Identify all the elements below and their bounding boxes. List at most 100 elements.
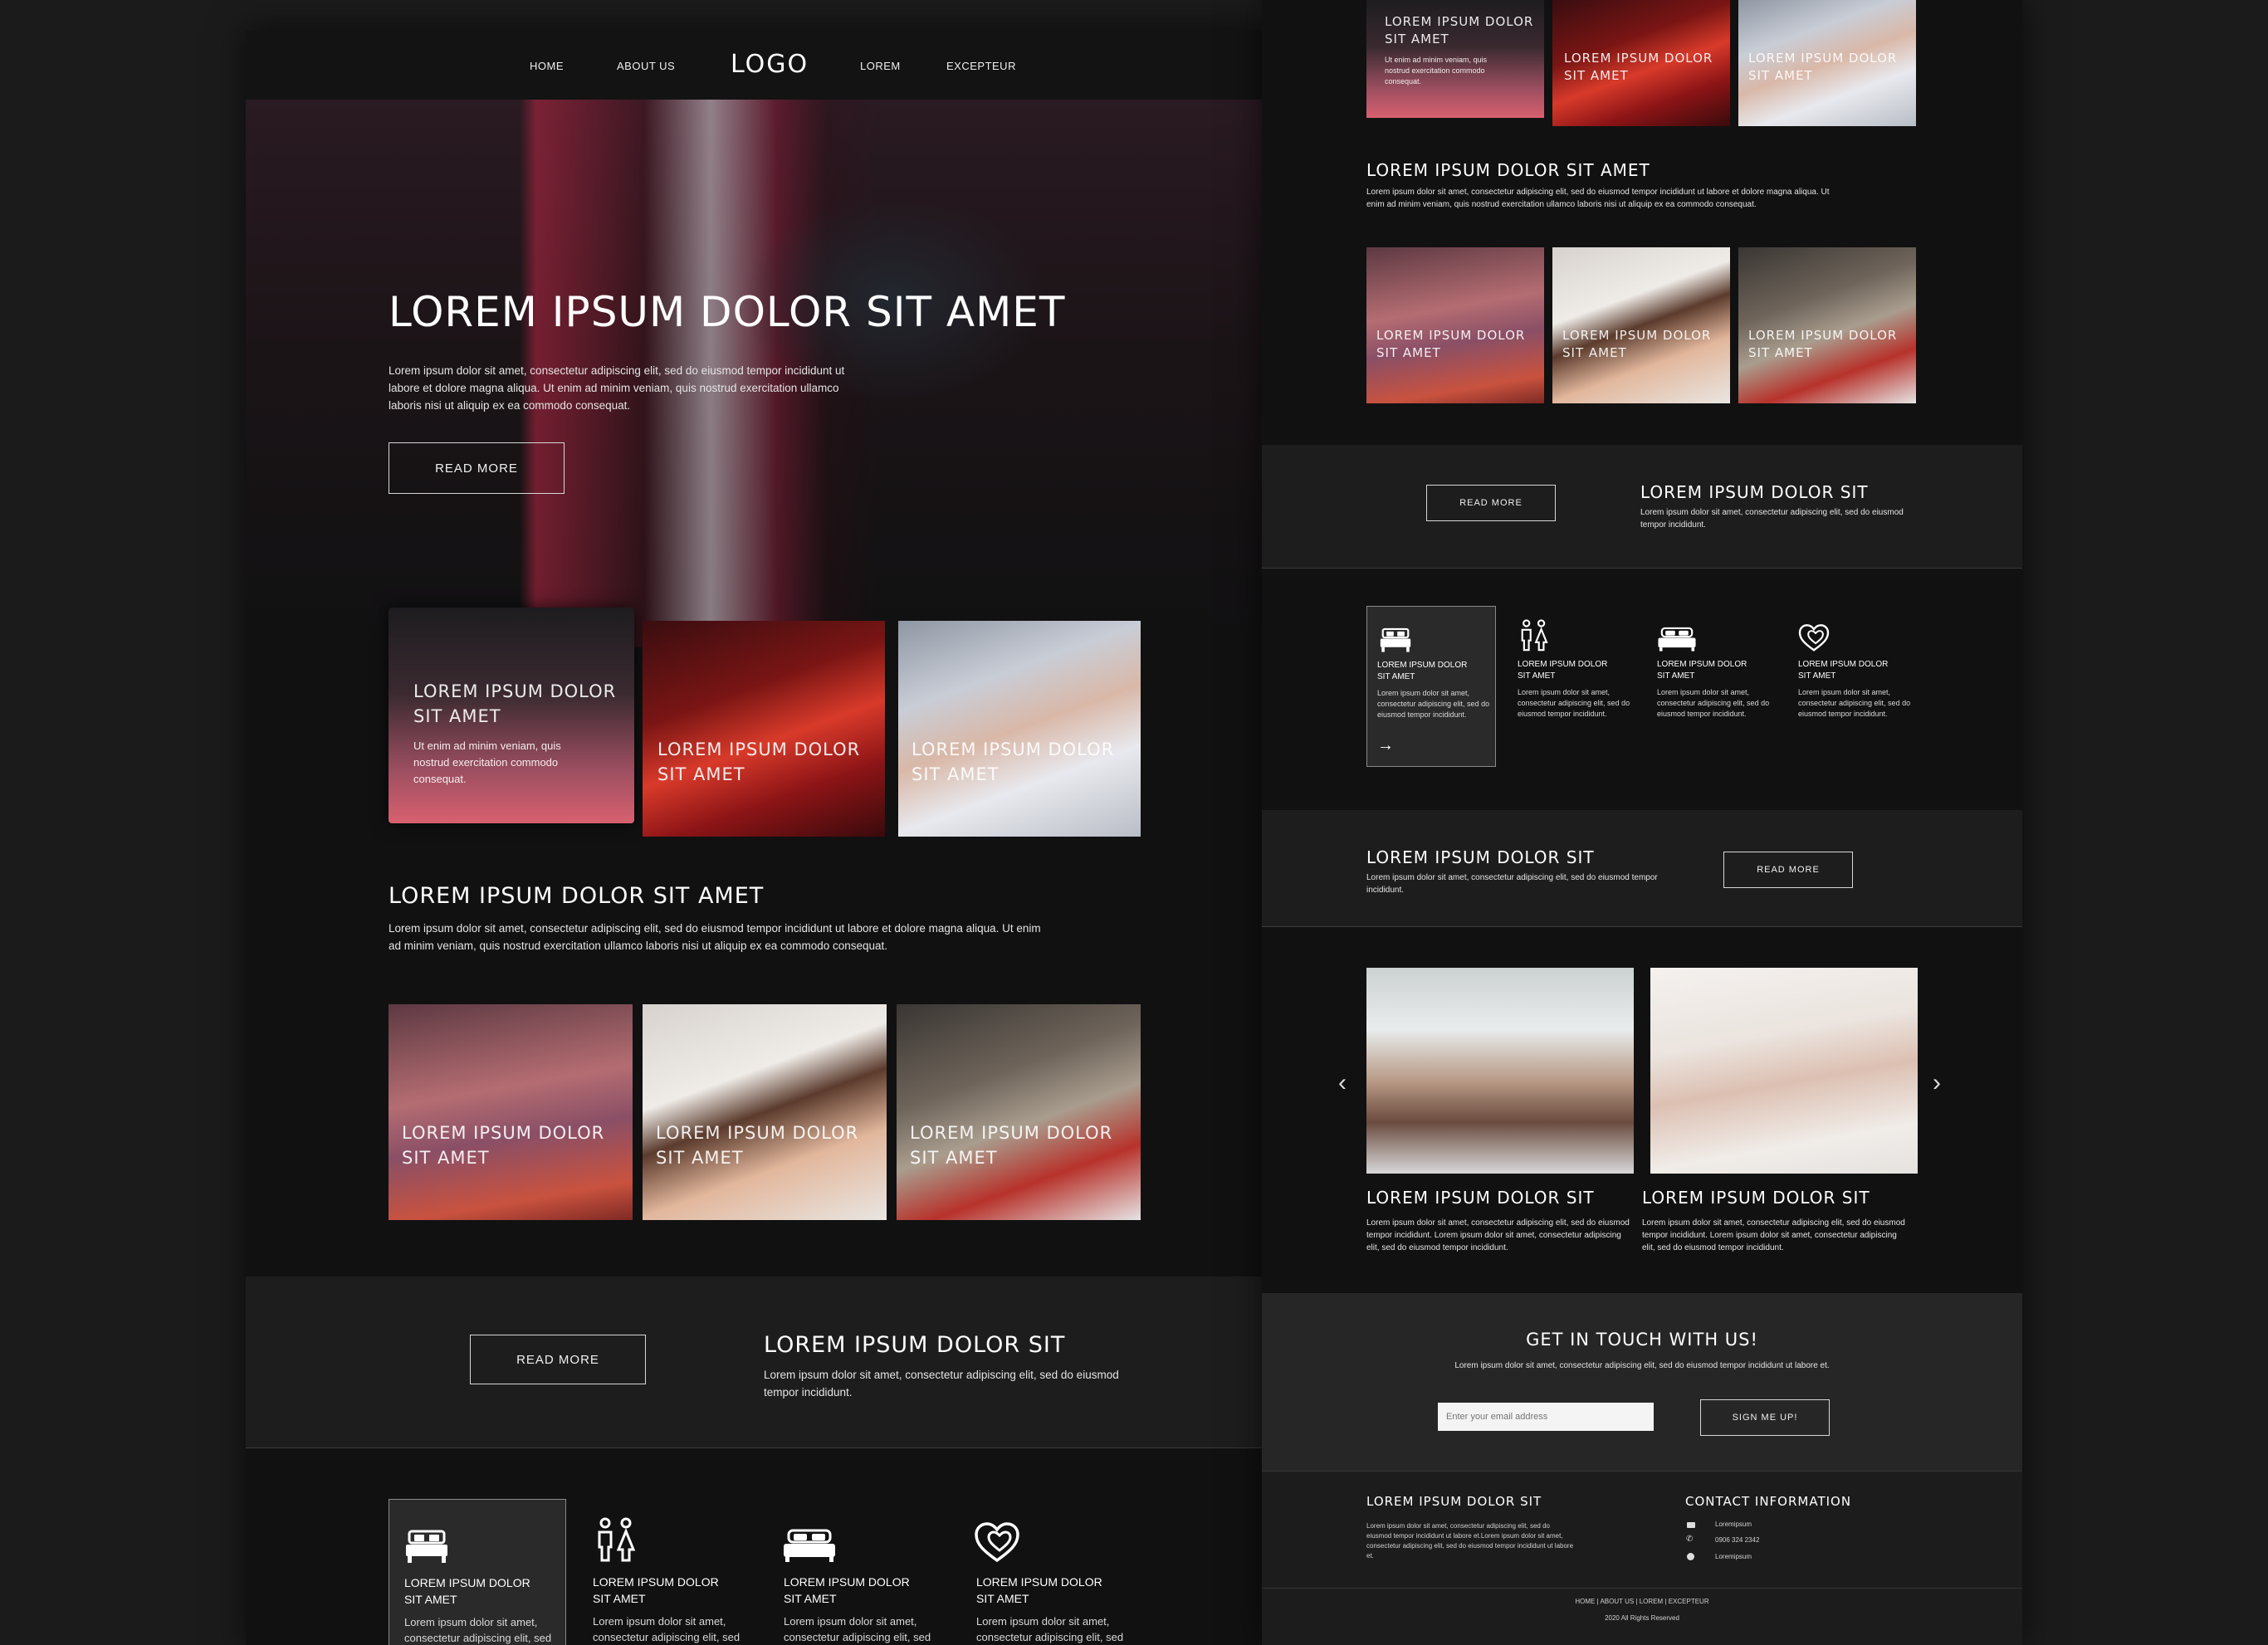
footer-about-title: LOREM IPSUM DOLOR SIT bbox=[1366, 1494, 1542, 1509]
email-input[interactable] bbox=[1438, 1403, 1654, 1431]
gallery-tile-white-bed[interactable]: LOREM IPSUM DOLOR SIT AMET bbox=[898, 621, 1141, 837]
gallery-tile-red-bed[interactable]: LOREM IPSUM DOLOR SIT AMET bbox=[1552, 0, 1730, 126]
cta-band-secondary: LOREM IPSUM DOLOR SIT Lorem ipsum dolor … bbox=[1262, 810, 2022, 926]
section-divider bbox=[246, 1447, 1262, 1448]
contact-section: GET IN TOUCH WITH US! Lorem ipsum dolor … bbox=[1262, 1293, 2022, 1471]
footer-copyright: 2020 All Rights Reserved bbox=[1605, 1614, 1679, 1622]
feature-text: Lorem ipsum dolor sit amet, consectetur … bbox=[1377, 689, 1490, 719]
hero-text: Lorem ipsum dolor sit amet, consectetur … bbox=[389, 364, 845, 412]
gallery-tile-hair[interactable]: LOREM IPSUM DOLOR SIT AMET bbox=[1552, 247, 1730, 403]
feature-card-double-bed[interactable]: LOREM IPSUM DOLOR SIT AMET Lorem ipsum d… bbox=[774, 1499, 951, 1645]
gallery-tile-lamp[interactable]: LOREM IPSUM DOLOR SIT AMET bbox=[1738, 247, 1916, 403]
feature-text: Lorem ipsum dolor sit amet, consectetur … bbox=[1798, 688, 1911, 718]
feature-text: Lorem ipsum dolor sit amet, consectetur … bbox=[593, 1615, 741, 1643]
logo[interactable]: LOGO bbox=[731, 50, 809, 79]
cta-title: LOREM IPSUM DOLOR SIT bbox=[1366, 847, 1595, 867]
double-bed-icon bbox=[1658, 627, 1696, 652]
feature-title: LOREM IPSUM DOLOR SIT AMET bbox=[784, 1575, 910, 1605]
arrow-right-icon[interactable]: → bbox=[1377, 736, 1394, 755]
feature-card-couple[interactable]: LOREM IPSUM DOLOR SIT AMET Lorem ipsum d… bbox=[1509, 606, 1639, 767]
feature-card-bed[interactable]: LOREM IPSUM DOLOR SIT AMET Lorem ipsum d… bbox=[1366, 606, 1496, 767]
hearts-icon bbox=[1798, 624, 1830, 652]
gallery-tile-label: LOREM IPSUM DOLOR SIT AMET bbox=[1748, 51, 1898, 83]
footer-links[interactable]: HOME | ABOUT US | LOREM | EXCEPTEUR bbox=[1262, 1598, 2022, 1605]
carousel-item-title: LOREM IPSUM DOLOR SIT bbox=[1366, 1188, 1595, 1208]
gallery-tile-label: LOREM IPSUM DOLOR SIT AMET bbox=[910, 1123, 1113, 1168]
featured-card-title: LOREM IPSUM DOLOR SIT AMET bbox=[413, 681, 617, 726]
feature-text: Lorem ipsum dolor sit amet, consectetur … bbox=[1518, 688, 1630, 718]
sign-up-button[interactable]: SIGN ME UP! bbox=[1700, 1399, 1830, 1436]
hearts-icon bbox=[975, 1522, 1019, 1563]
gallery-tile-label: LOREM IPSUM DOLOR SIT AMET bbox=[1564, 51, 1713, 83]
featured-card-text: Ut enim ad minim veniam, quis nostrud ex… bbox=[1385, 56, 1488, 85]
gallery-tile-white-bed[interactable]: LOREM IPSUM DOLOR SIT AMET bbox=[1738, 0, 1916, 126]
feature-title: LOREM IPSUM DOLOR SIT AMET bbox=[1377, 661, 1468, 681]
feature-card-hearts[interactable]: LOREM IPSUM DOLOR SIT AMET Lorem ipsum d… bbox=[1790, 606, 1919, 767]
bed-icon bbox=[406, 1530, 447, 1563]
nav-home[interactable]: HOME bbox=[530, 60, 564, 72]
footer-contact-title: CONTACT INFORMATION bbox=[1685, 1494, 1852, 1509]
cta-read-more-button[interactable]: READ MORE bbox=[1426, 485, 1556, 521]
couple-icon bbox=[598, 1517, 636, 1562]
footer-website[interactable]: Loremipsum bbox=[1715, 1553, 1752, 1560]
feature-title: LOREM IPSUM DOLOR SIT AMET bbox=[1798, 660, 1889, 681]
couple-icon bbox=[1521, 619, 1548, 652]
hero-read-more-button[interactable]: READ MORE bbox=[389, 442, 565, 494]
feature-text: Lorem ipsum dolor sit amet, consectetur … bbox=[1657, 688, 1770, 718]
carousel-next-button[interactable]: › bbox=[1933, 1071, 1941, 1096]
nav-about-us[interactable]: ABOUT US bbox=[617, 60, 675, 72]
feature-card-couple[interactable]: LOREM IPSUM DOLOR SIT AMET Lorem ipsum d… bbox=[581, 1499, 759, 1645]
footer-phone[interactable]: 0906 324 2342 bbox=[1715, 1536, 1759, 1544]
cta-title: LOREM IPSUM DOLOR SIT bbox=[764, 1332, 1066, 1358]
gallery-tile-pink-bed[interactable]: LOREM IPSUM DOLOR SIT AMET bbox=[389, 1004, 633, 1220]
feature-card-bed[interactable]: LOREM IPSUM DOLOR SIT AMET Lorem ipsum d… bbox=[389, 1499, 566, 1645]
gallery-tile-label: LOREM IPSUM DOLOR SIT AMET bbox=[1562, 328, 1712, 360]
feature-title: LOREM IPSUM DOLOR SIT AMET bbox=[1518, 660, 1608, 681]
gallery-tile-label: LOREM IPSUM DOLOR SIT AMET bbox=[656, 1123, 859, 1168]
featured-card[interactable]: LOREM IPSUM DOLOR SIT AMET Ut enim ad mi… bbox=[1366, 0, 1544, 118]
double-bed-icon bbox=[784, 1529, 835, 1562]
landing-page-right-column: LOREM IPSUM DOLOR SIT AMET Ut enim ad mi… bbox=[1262, 0, 2022, 1645]
footer-email[interactable]: Loremipsum bbox=[1715, 1521, 1752, 1528]
carousel-item-text: Lorem ipsum dolor sit amet, consectetur … bbox=[1366, 1218, 1630, 1252]
footer: LOREM IPSUM DOLOR SIT Lorem ipsum dolor … bbox=[1262, 1472, 2022, 1645]
gallery-tile-pink-bed[interactable]: LOREM IPSUM DOLOR SIT AMET bbox=[1366, 247, 1544, 403]
carousel-prev-button[interactable]: ‹ bbox=[1338, 1071, 1347, 1096]
cta-read-more-button[interactable]: READ MORE bbox=[1723, 852, 1853, 888]
gallery-tile-lamp[interactable]: LOREM IPSUM DOLOR SIT AMET bbox=[897, 1004, 1141, 1220]
footer-about-text: Lorem ipsum dolor sit amet, consectetur … bbox=[1366, 1522, 1574, 1560]
feature-card-double-bed[interactable]: LOREM IPSUM DOLOR SIT AMET Lorem ipsum d… bbox=[1649, 606, 1778, 767]
featured-card-text: Ut enim ad minim veniam, quis nostrud ex… bbox=[413, 740, 561, 785]
section-divider bbox=[1262, 568, 2022, 569]
feature-card-hearts[interactable]: LOREM IPSUM DOLOR SIT AMET Lorem ipsum d… bbox=[966, 1499, 1144, 1645]
feature-title: LOREM IPSUM DOLOR SIT AMET bbox=[1657, 660, 1747, 681]
hero-title: LOREM IPSUM DOLOR SIT AMET bbox=[389, 288, 1066, 336]
section-text: Lorem ipsum dolor sit amet, consectetur … bbox=[1366, 188, 1830, 209]
featured-card[interactable]: LOREM IPSUM DOLOR SIT AMET Ut enim ad mi… bbox=[389, 608, 634, 823]
nav-lorem[interactable]: LOREM bbox=[860, 60, 901, 72]
featured-card-title: LOREM IPSUM DOLOR SIT AMET bbox=[1385, 14, 1534, 46]
section-title: LOREM IPSUM DOLOR SIT AMET bbox=[389, 883, 765, 909]
contact-text: Lorem ipsum dolor sit amet, consectetur … bbox=[1454, 1361, 1830, 1370]
feature-title: LOREM IPSUM DOLOR SIT AMET bbox=[976, 1575, 1102, 1605]
feature-title: LOREM IPSUM DOLOR SIT AMET bbox=[593, 1575, 719, 1605]
section-title: LOREM IPSUM DOLOR SIT AMET bbox=[1366, 160, 1650, 180]
globe-icon bbox=[1687, 1553, 1694, 1560]
nav-excepteur[interactable]: EXCEPTEUR bbox=[946, 60, 1016, 72]
feature-text: Lorem ipsum dolor sit amet, consectetur … bbox=[784, 1615, 931, 1643]
cta-text: Lorem ipsum dolor sit amet, consectetur … bbox=[1640, 508, 1904, 530]
cta-text: Lorem ipsum dolor sit amet, consectetur … bbox=[764, 1369, 1119, 1398]
gallery-tile-red-bed[interactable]: LOREM IPSUM DOLOR SIT AMET bbox=[643, 621, 885, 837]
top-nav: HOME ABOUT US LOGO LOREM EXCEPTEUR bbox=[246, 30, 1262, 100]
carousel-image-feet[interactable] bbox=[1650, 968, 1918, 1174]
cta-title: LOREM IPSUM DOLOR SIT bbox=[1640, 482, 1869, 502]
mail-icon bbox=[1687, 1522, 1695, 1528]
gallery-tile-hair[interactable]: LOREM IPSUM DOLOR SIT AMET bbox=[643, 1004, 887, 1220]
section-divider bbox=[1262, 926, 2022, 927]
bed-icon bbox=[1380, 627, 1411, 652]
landing-page-left-column: HOME ABOUT US LOGO LOREM EXCEPTEUR LOREM… bbox=[246, 30, 1262, 1645]
section-text: Lorem ipsum dolor sit amet, consectetur … bbox=[389, 922, 1041, 952]
carousel-image-window[interactable] bbox=[1366, 968, 1634, 1174]
cta-read-more-button[interactable]: READ MORE bbox=[470, 1335, 646, 1384]
gallery-tile-label: LOREM IPSUM DOLOR SIT AMET bbox=[912, 740, 1115, 784]
